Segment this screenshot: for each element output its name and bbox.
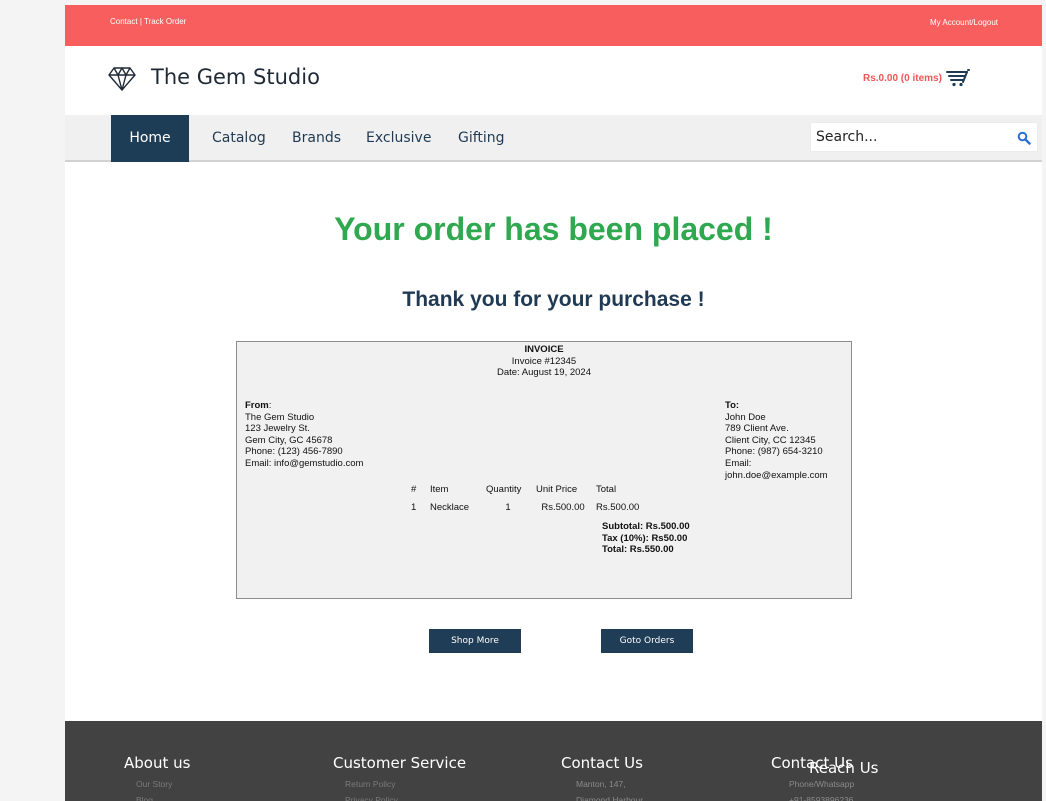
contact-link[interactable]: Contact bbox=[110, 17, 138, 26]
col-number-header: # bbox=[411, 484, 417, 495]
footer-contact: Contact Us Manton, 147, Diamond Harbour bbox=[561, 754, 643, 801]
invoice-items-table: # Item Quantity Unit Price Total 1 Neckl… bbox=[411, 484, 645, 515]
shop-more-button[interactable]: Shop More bbox=[429, 629, 521, 653]
invoice-title: INVOICE bbox=[524, 344, 564, 355]
account-link[interactable]: My Account/Logout bbox=[930, 18, 998, 27]
footer: About us Our Story Blog Customer Service… bbox=[65, 721, 1042, 801]
footer-address-line: Diamond Harbour bbox=[576, 795, 644, 801]
invoice-from: From: The Gem Studio 123 Jewelry St. Gem… bbox=[245, 400, 363, 470]
col-item-header: Item bbox=[430, 484, 449, 495]
from-line: The Gem Studio bbox=[245, 411, 315, 423]
col-total-header: Total bbox=[596, 484, 617, 495]
grand-total: Total: Rs.550.00 bbox=[602, 544, 674, 556]
to-line: 789 Client Ave. bbox=[725, 423, 789, 435]
footer-link-blog[interactable]: Blog bbox=[124, 792, 190, 801]
from-colon: : bbox=[268, 400, 272, 411]
nav-catalog[interactable]: Catalog bbox=[212, 115, 266, 162]
footer-link-our-story[interactable]: Our Story bbox=[124, 776, 190, 792]
cart-icon[interactable] bbox=[945, 69, 970, 87]
to-line: Email: bbox=[725, 457, 752, 469]
to-line: Client City, CC 12345 bbox=[725, 434, 816, 446]
page: Contact | Track Order My Account/Logout … bbox=[65, 5, 1042, 801]
goto-orders-button[interactable]: Goto Orders bbox=[601, 629, 693, 653]
top-separator: | bbox=[139, 17, 142, 26]
col-quantity-header: Quantity bbox=[486, 484, 522, 495]
diamond-icon[interactable] bbox=[107, 65, 137, 93]
to-line: John Doe bbox=[725, 411, 766, 423]
cart-summary[interactable]: Rs.0.00 (0 items) bbox=[863, 69, 970, 87]
nav-exclusive[interactable]: Exclusive bbox=[366, 115, 431, 162]
cell-number: 1 bbox=[411, 502, 417, 513]
nav-home[interactable]: Home bbox=[111, 115, 189, 162]
from-label: From bbox=[245, 400, 269, 411]
footer-address-line: Manton, 147, bbox=[576, 779, 626, 789]
footer-about: About us Our Story Blog bbox=[124, 754, 190, 801]
footer-phone-number[interactable]: +91-8593896236 bbox=[771, 792, 854, 801]
cell-total: Rs.500.00 bbox=[596, 502, 640, 513]
brand-name[interactable]: The Gem Studio bbox=[151, 65, 320, 89]
top-bar: Contact | Track Order My Account/Logout bbox=[65, 5, 1042, 46]
tax: Tax (10%): Rs50.00 bbox=[602, 532, 688, 544]
thank-you-heading: Thank you for your purchase ! bbox=[402, 288, 705, 311]
from-heading: From: bbox=[245, 400, 363, 412]
footer-service-title: Customer Service bbox=[333, 754, 467, 772]
to-line: Phone: (987) 654-3210 bbox=[725, 446, 823, 458]
cell-unit-price: Rs.500.00 bbox=[541, 502, 585, 513]
invoice-panel: INVOICE Invoice #12345 Date: August 19, … bbox=[236, 341, 852, 599]
footer-reach-us: Reach Us bbox=[809, 759, 879, 777]
footer-contact-title: Contact Us bbox=[561, 754, 643, 772]
invoice-to: To: John Doe 789 Client Ave. Client City… bbox=[725, 400, 845, 481]
footer-link-privacy-policy[interactable]: Privacy Policy bbox=[333, 792, 466, 801]
table-header-row: # Item Quantity Unit Price Total bbox=[411, 484, 645, 500]
col-unit-price-header: Unit Price bbox=[536, 484, 578, 495]
from-line: Gem City, GC 45678 bbox=[245, 434, 333, 446]
search-icon[interactable] bbox=[1017, 131, 1031, 145]
cart-total: Rs.0.00 (0 items) bbox=[863, 72, 942, 84]
from-line: Phone: (123) 456-7890 bbox=[245, 446, 343, 458]
footer-phone-label: Phone/Whatsapp bbox=[789, 779, 855, 789]
track-order-link[interactable]: Track Order bbox=[144, 17, 186, 26]
from-line: 123 Jewelry St. bbox=[245, 423, 310, 435]
cell-item: Necklace bbox=[430, 502, 470, 513]
order-placed-heading: Your order has been placed ! bbox=[334, 211, 773, 247]
invoice-header: INVOICE Invoice #12345 Date: August 19, … bbox=[237, 344, 851, 379]
invoice-totals: Subtotal: Rs.500.00 Tax (10%): Rs50.00 T… bbox=[602, 521, 690, 556]
cell-quantity: 1 bbox=[505, 502, 511, 513]
to-label: To: bbox=[725, 400, 740, 411]
invoice-number: Invoice #12345 bbox=[511, 355, 577, 367]
table-row: 1 Necklace 1 Rs.500.00 Rs.500.00 bbox=[411, 500, 645, 515]
main-nav: Home Catalog Brands Exclusive Gifting bbox=[65, 115, 1042, 162]
nav-brands[interactable]: Brands bbox=[292, 115, 341, 162]
search-input[interactable] bbox=[816, 127, 1006, 147]
search-box bbox=[810, 122, 1038, 152]
invoice-date: Date: August 19, 2024 bbox=[496, 367, 592, 378]
to-line: john.doe@example.com bbox=[725, 469, 828, 481]
subtotal: Subtotal: Rs.500.00 bbox=[602, 521, 690, 532]
footer-link-return-policy[interactable]: Return Policy bbox=[333, 776, 466, 792]
nav-gifting[interactable]: Gifting bbox=[458, 115, 505, 162]
top-links: Contact | Track Order bbox=[110, 17, 186, 26]
footer-about-title: About us bbox=[124, 754, 191, 772]
footer-service: Customer Service Return Policy Privacy P… bbox=[333, 754, 466, 801]
from-line: Email: info@gemstudio.com bbox=[245, 457, 364, 469]
